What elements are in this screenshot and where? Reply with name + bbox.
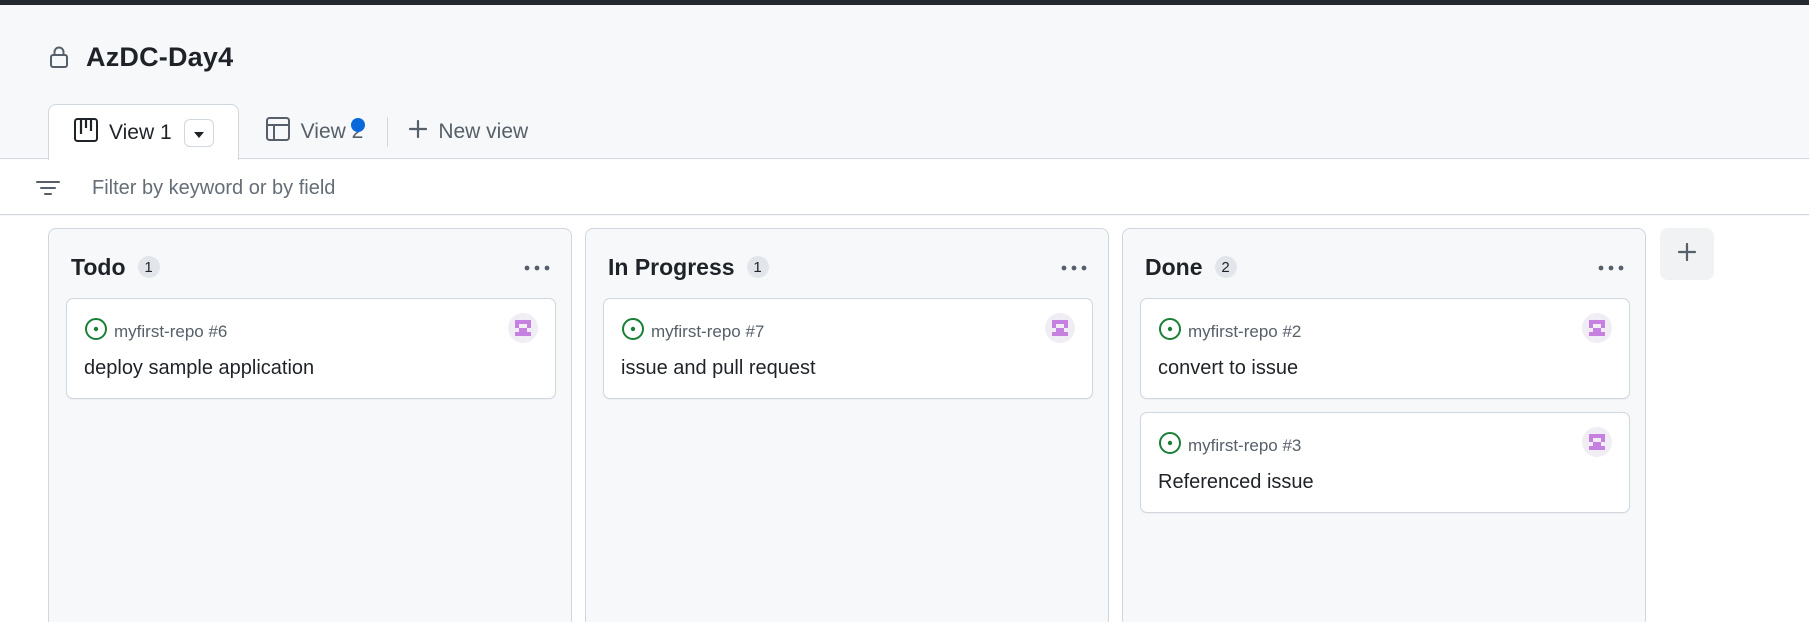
project-title-row: AzDC-Day4 [48, 37, 233, 77]
issue-open-icon [1158, 431, 1182, 460]
card-title[interactable]: deploy sample application [84, 357, 314, 380]
project-header: AzDC-Day4 View 1 View 2 New view [0, 5, 1809, 161]
filter-input[interactable] [92, 170, 892, 206]
table-icon [265, 116, 291, 148]
card-meta: myfirst-repo #7 [621, 317, 764, 346]
column-header: Done 2 [1145, 251, 1627, 283]
avatar[interactable] [1045, 313, 1075, 343]
column-title: Todo [71, 253, 126, 280]
issue-card[interactable]: myfirst-repo #2 convert to issue [1140, 298, 1630, 399]
filter-bar [0, 160, 1809, 215]
column-count: 1 [746, 256, 769, 278]
card-title[interactable]: Referenced issue [1158, 471, 1314, 494]
issue-open-icon [1158, 317, 1182, 346]
tab-divider [387, 117, 389, 147]
avatar[interactable] [1582, 427, 1612, 457]
view-options-button[interactable] [183, 118, 214, 147]
column-header: Todo 1 [71, 251, 553, 283]
avatar[interactable] [508, 313, 538, 343]
column-done: Done 2 myfirst-repo #2 convert to issue [1122, 228, 1646, 622]
column-menu-button[interactable] [1058, 253, 1090, 281]
column-header: In Progress 1 [608, 251, 1090, 283]
card-meta: myfirst-repo #3 [1158, 431, 1301, 460]
card-repo-reference[interactable]: myfirst-repo #2 [1188, 322, 1301, 342]
plus-icon [1677, 242, 1697, 267]
issue-card[interactable]: myfirst-repo #3 Referenced issue [1140, 412, 1630, 513]
column-menu-button[interactable] [1595, 253, 1627, 281]
column-todo: Todo 1 myfirst-repo #6 deploy sample app… [48, 228, 572, 622]
column-title: Done [1145, 253, 1203, 280]
caret-down-icon [193, 121, 205, 145]
kebab-horizontal-icon [1061, 258, 1087, 276]
view-tabs: View 1 View 2 New view [48, 104, 544, 161]
kebab-horizontal-icon [1598, 258, 1624, 276]
new-view-label: New view [438, 120, 529, 143]
column-menu-button[interactable] [521, 253, 553, 281]
tab-view-2[interactable]: View 2 [239, 104, 384, 160]
add-column-button[interactable] [1660, 228, 1714, 280]
filter-icon[interactable] [34, 176, 62, 200]
new-view-button[interactable]: New view [392, 104, 544, 160]
issue-open-icon [84, 317, 108, 346]
tab-view-1[interactable]: View 1 [48, 104, 239, 161]
tab-view-1-label: View 1 [109, 120, 172, 144]
column-in-progress: In Progress 1 myfirst-repo #7 issue and … [585, 228, 1109, 622]
card-title[interactable]: convert to issue [1158, 357, 1298, 380]
issue-card[interactable]: myfirst-repo #7 issue and pull request [603, 298, 1093, 399]
card-meta: myfirst-repo #6 [84, 317, 227, 346]
card-repo-reference[interactable]: myfirst-repo #3 [1188, 436, 1301, 456]
avatar[interactable] [1582, 313, 1612, 343]
card-repo-reference[interactable]: myfirst-repo #6 [114, 322, 227, 342]
project-title: AzDC-Day4 [86, 41, 234, 72]
board-icon [73, 117, 99, 149]
lock-icon [48, 45, 72, 69]
board: Todo 1 myfirst-repo #6 deploy sample app… [0, 216, 1809, 622]
card-meta: myfirst-repo #2 [1158, 317, 1301, 346]
kebab-horizontal-icon [524, 258, 550, 276]
issue-card[interactable]: myfirst-repo #6 deploy sample applicatio… [66, 298, 556, 399]
column-count: 1 [137, 256, 160, 278]
issue-open-icon [621, 317, 645, 346]
column-title: In Progress [608, 253, 735, 280]
card-repo-reference[interactable]: myfirst-repo #7 [651, 322, 764, 342]
column-count: 2 [1214, 256, 1237, 278]
plus-icon [408, 119, 428, 145]
card-title[interactable]: issue and pull request [621, 357, 816, 380]
